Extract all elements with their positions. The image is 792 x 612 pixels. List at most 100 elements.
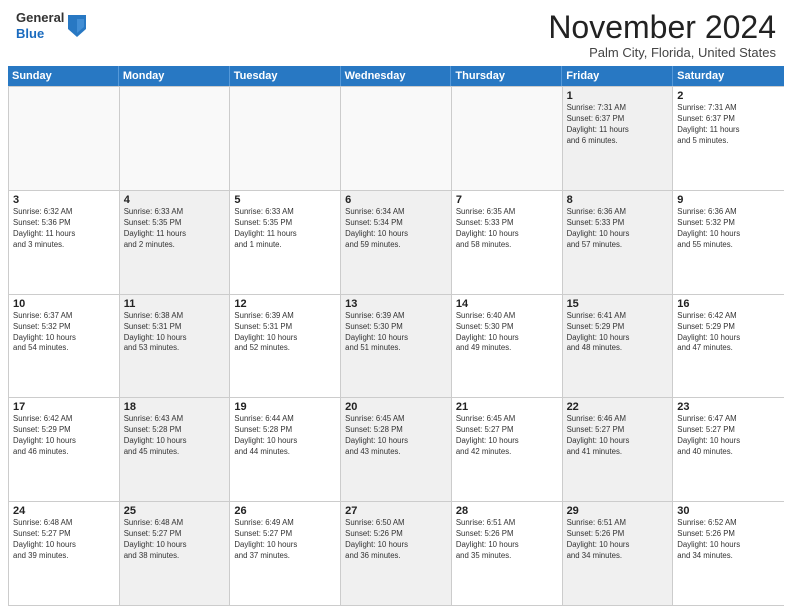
- calendar-row: 1Sunrise: 7:31 AM Sunset: 6:37 PM Daylig…: [9, 86, 784, 190]
- calendar-row: 24Sunrise: 6:48 AM Sunset: 5:27 PM Dayli…: [9, 501, 784, 605]
- calendar-cell: 14Sunrise: 6:40 AM Sunset: 5:30 PM Dayli…: [452, 295, 563, 398]
- cell-info: Sunrise: 6:33 AM Sunset: 5:35 PM Dayligh…: [234, 207, 336, 251]
- day-number: 24: [13, 505, 115, 517]
- logo-text: General Blue: [16, 10, 64, 41]
- day-number: 1: [567, 90, 669, 102]
- logo-icon: [68, 15, 86, 37]
- cell-info: Sunrise: 6:33 AM Sunset: 5:35 PM Dayligh…: [124, 207, 226, 251]
- calendar-cell: 20Sunrise: 6:45 AM Sunset: 5:28 PM Dayli…: [341, 398, 452, 501]
- day-number: 28: [456, 505, 558, 517]
- weekday-header: Thursday: [451, 66, 562, 86]
- cell-info: Sunrise: 6:51 AM Sunset: 5:26 PM Dayligh…: [567, 518, 669, 562]
- calendar-cell: 16Sunrise: 6:42 AM Sunset: 5:29 PM Dayli…: [673, 295, 784, 398]
- weekday-header: Saturday: [673, 66, 784, 86]
- day-number: 25: [124, 505, 226, 517]
- cell-info: Sunrise: 6:50 AM Sunset: 5:26 PM Dayligh…: [345, 518, 447, 562]
- calendar-cell: [230, 87, 341, 190]
- cell-info: Sunrise: 6:42 AM Sunset: 5:29 PM Dayligh…: [677, 311, 780, 355]
- day-number: 6: [345, 194, 447, 206]
- logo: General Blue: [16, 10, 86, 41]
- calendar-header: SundayMondayTuesdayWednesdayThursdayFrid…: [8, 66, 784, 86]
- calendar-cell: 6Sunrise: 6:34 AM Sunset: 5:34 PM Daylig…: [341, 191, 452, 294]
- day-number: 15: [567, 298, 669, 310]
- calendar-cell: 12Sunrise: 6:39 AM Sunset: 5:31 PM Dayli…: [230, 295, 341, 398]
- calendar-cell: 2Sunrise: 7:31 AM Sunset: 6:37 PM Daylig…: [673, 87, 784, 190]
- day-number: 4: [124, 194, 226, 206]
- day-number: 9: [677, 194, 780, 206]
- cell-info: Sunrise: 6:48 AM Sunset: 5:27 PM Dayligh…: [124, 518, 226, 562]
- cell-info: Sunrise: 6:36 AM Sunset: 5:33 PM Dayligh…: [567, 207, 669, 251]
- cell-info: Sunrise: 6:41 AM Sunset: 5:29 PM Dayligh…: [567, 311, 669, 355]
- calendar-row: 17Sunrise: 6:42 AM Sunset: 5:29 PM Dayli…: [9, 397, 784, 501]
- cell-info: Sunrise: 6:48 AM Sunset: 5:27 PM Dayligh…: [13, 518, 115, 562]
- calendar-cell: 28Sunrise: 6:51 AM Sunset: 5:26 PM Dayli…: [452, 502, 563, 605]
- day-number: 18: [124, 401, 226, 413]
- header: General Blue November 2024 Palm City, Fl…: [0, 0, 792, 66]
- day-number: 23: [677, 401, 780, 413]
- calendar-cell: 7Sunrise: 6:35 AM Sunset: 5:33 PM Daylig…: [452, 191, 563, 294]
- cell-info: Sunrise: 6:32 AM Sunset: 5:36 PM Dayligh…: [13, 207, 115, 251]
- weekday-header: Sunday: [8, 66, 119, 86]
- day-number: 11: [124, 298, 226, 310]
- cell-info: Sunrise: 6:46 AM Sunset: 5:27 PM Dayligh…: [567, 414, 669, 458]
- cell-info: Sunrise: 7:31 AM Sunset: 6:37 PM Dayligh…: [567, 103, 669, 147]
- calendar-cell: 18Sunrise: 6:43 AM Sunset: 5:28 PM Dayli…: [120, 398, 231, 501]
- cell-info: Sunrise: 6:37 AM Sunset: 5:32 PM Dayligh…: [13, 311, 115, 355]
- calendar-cell: 26Sunrise: 6:49 AM Sunset: 5:27 PM Dayli…: [230, 502, 341, 605]
- cell-info: Sunrise: 6:39 AM Sunset: 5:30 PM Dayligh…: [345, 311, 447, 355]
- day-number: 2: [677, 90, 780, 102]
- page: General Blue November 2024 Palm City, Fl…: [0, 0, 792, 612]
- calendar-row: 10Sunrise: 6:37 AM Sunset: 5:32 PM Dayli…: [9, 294, 784, 398]
- day-number: 13: [345, 298, 447, 310]
- cell-info: Sunrise: 6:36 AM Sunset: 5:32 PM Dayligh…: [677, 207, 780, 251]
- day-number: 27: [345, 505, 447, 517]
- weekday-header: Tuesday: [230, 66, 341, 86]
- calendar-cell: 23Sunrise: 6:47 AM Sunset: 5:27 PM Dayli…: [673, 398, 784, 501]
- calendar-cell: 11Sunrise: 6:38 AM Sunset: 5:31 PM Dayli…: [120, 295, 231, 398]
- cell-info: Sunrise: 6:38 AM Sunset: 5:31 PM Dayligh…: [124, 311, 226, 355]
- calendar-cell: [120, 87, 231, 190]
- day-number: 17: [13, 401, 115, 413]
- cell-info: Sunrise: 6:51 AM Sunset: 5:26 PM Dayligh…: [456, 518, 558, 562]
- cell-info: Sunrise: 6:43 AM Sunset: 5:28 PM Dayligh…: [124, 414, 226, 458]
- day-number: 26: [234, 505, 336, 517]
- calendar-cell: 22Sunrise: 6:46 AM Sunset: 5:27 PM Dayli…: [563, 398, 674, 501]
- calendar-cell: 9Sunrise: 6:36 AM Sunset: 5:32 PM Daylig…: [673, 191, 784, 294]
- cell-info: Sunrise: 6:35 AM Sunset: 5:33 PM Dayligh…: [456, 207, 558, 251]
- calendar-cell: 15Sunrise: 6:41 AM Sunset: 5:29 PM Dayli…: [563, 295, 674, 398]
- day-number: 30: [677, 505, 780, 517]
- calendar-cell: 24Sunrise: 6:48 AM Sunset: 5:27 PM Dayli…: [9, 502, 120, 605]
- day-number: 14: [456, 298, 558, 310]
- cell-info: Sunrise: 6:34 AM Sunset: 5:34 PM Dayligh…: [345, 207, 447, 251]
- day-number: 8: [567, 194, 669, 206]
- day-number: 20: [345, 401, 447, 413]
- calendar-cell: 17Sunrise: 6:42 AM Sunset: 5:29 PM Dayli…: [9, 398, 120, 501]
- cell-info: Sunrise: 6:47 AM Sunset: 5:27 PM Dayligh…: [677, 414, 780, 458]
- calendar-cell: 8Sunrise: 6:36 AM Sunset: 5:33 PM Daylig…: [563, 191, 674, 294]
- day-number: 29: [567, 505, 669, 517]
- calendar-cell: 25Sunrise: 6:48 AM Sunset: 5:27 PM Dayli…: [120, 502, 231, 605]
- weekday-header: Friday: [562, 66, 673, 86]
- cell-info: Sunrise: 7:31 AM Sunset: 6:37 PM Dayligh…: [677, 103, 780, 147]
- weekday-header: Monday: [119, 66, 230, 86]
- day-number: 22: [567, 401, 669, 413]
- day-number: 12: [234, 298, 336, 310]
- day-number: 16: [677, 298, 780, 310]
- day-number: 21: [456, 401, 558, 413]
- calendar-cell: 13Sunrise: 6:39 AM Sunset: 5:30 PM Dayli…: [341, 295, 452, 398]
- cell-info: Sunrise: 6:40 AM Sunset: 5:30 PM Dayligh…: [456, 311, 558, 355]
- calendar-cell: 3Sunrise: 6:32 AM Sunset: 5:36 PM Daylig…: [9, 191, 120, 294]
- cell-info: Sunrise: 6:49 AM Sunset: 5:27 PM Dayligh…: [234, 518, 336, 562]
- weekday-header: Wednesday: [341, 66, 452, 86]
- title-block: November 2024 Palm City, Florida, United…: [548, 10, 776, 60]
- calendar-cell: [341, 87, 452, 190]
- cell-info: Sunrise: 6:42 AM Sunset: 5:29 PM Dayligh…: [13, 414, 115, 458]
- calendar-cell: [9, 87, 120, 190]
- calendar-cell: 10Sunrise: 6:37 AM Sunset: 5:32 PM Dayli…: [9, 295, 120, 398]
- calendar-cell: 5Sunrise: 6:33 AM Sunset: 5:35 PM Daylig…: [230, 191, 341, 294]
- calendar-row: 3Sunrise: 6:32 AM Sunset: 5:36 PM Daylig…: [9, 190, 784, 294]
- calendar-cell: 29Sunrise: 6:51 AM Sunset: 5:26 PM Dayli…: [563, 502, 674, 605]
- calendar-cell: 21Sunrise: 6:45 AM Sunset: 5:27 PM Dayli…: [452, 398, 563, 501]
- day-number: 5: [234, 194, 336, 206]
- month-title: November 2024: [548, 10, 776, 45]
